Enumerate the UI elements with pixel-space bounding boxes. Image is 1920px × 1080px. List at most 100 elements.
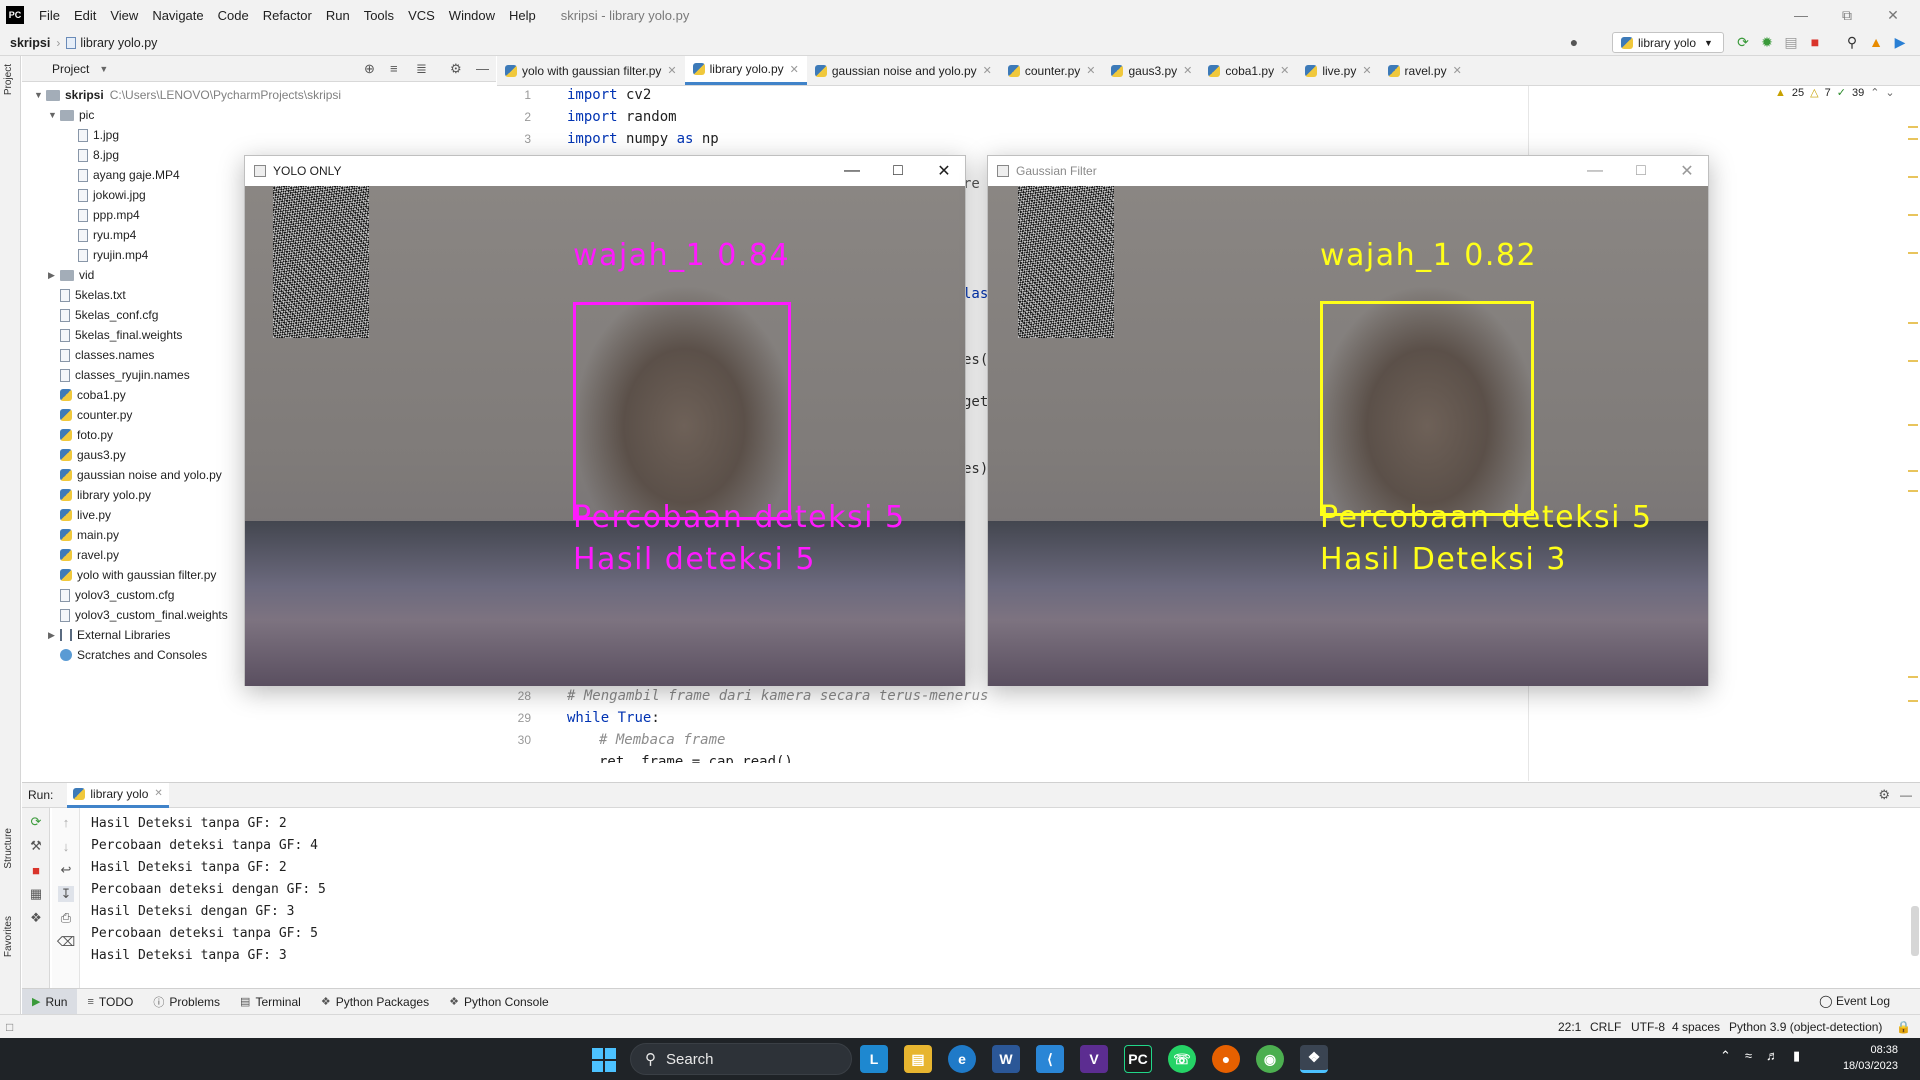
menu-refactor[interactable]: Refactor: [256, 8, 319, 23]
stop-icon[interactable]: ■: [28, 862, 44, 878]
error-stripe-mark[interactable]: [1908, 470, 1918, 472]
error-stripe-mark[interactable]: [1908, 176, 1918, 178]
layout-icon[interactable]: ▦: [28, 886, 44, 902]
scroll-to-end-icon[interactable]: ↧: [58, 886, 74, 902]
event-log-button[interactable]: ◯ Event Log: [1819, 994, 1890, 1008]
tree-file[interactable]: classes_ryujin.names: [60, 365, 190, 385]
tree-file[interactable]: ryujin.mp4: [78, 245, 148, 265]
menu-navigate[interactable]: Navigate: [145, 8, 210, 23]
print-icon[interactable]: ⎙: [58, 910, 74, 926]
close-icon[interactable]: ✕: [921, 156, 967, 186]
tree-file[interactable]: yolov3_custom_final.weights: [60, 605, 228, 625]
tree-file[interactable]: 8.jpg: [78, 145, 119, 165]
chevron-down-icon[interactable]: ⌄: [1885, 86, 1894, 99]
window-titlebar[interactable]: Gaussian Filter — □ ✕: [988, 156, 1708, 186]
python-interpreter[interactable]: Python 3.9 (object-detection): [1729, 1020, 1882, 1034]
tool-tab-python-console[interactable]: ❖ Python Console: [439, 989, 559, 1015]
close-icon[interactable]: ✕: [1870, 0, 1916, 30]
error-stripe-mark[interactable]: [1908, 138, 1918, 140]
locate-icon[interactable]: ⊕: [364, 61, 375, 77]
lock-icon[interactable]: 🔒: [1896, 1020, 1911, 1034]
inspection-widget[interactable]: ▲ 25 △ 7 ✓ 39 ⌃ ⌄: [1775, 86, 1895, 100]
soft-wrap-icon[interactable]: ↩: [58, 862, 74, 878]
tree-root[interactable]: ▼ skripsi C:\Users\LENOVO\PycharmProject…: [34, 85, 341, 105]
arrow-down-icon[interactable]: ↓: [58, 838, 74, 854]
console-output[interactable]: Hasil Deteksi tanpa GF: 2 Percobaan detek…: [81, 808, 1911, 988]
firefox-icon[interactable]: ●: [1212, 1045, 1240, 1073]
error-stripe-mark[interactable]: [1908, 322, 1918, 324]
editor-tab[interactable]: live.py ✕: [1297, 56, 1379, 85]
user-icon[interactable]: ●: [1566, 34, 1582, 50]
console-scrollbar[interactable]: [1911, 906, 1919, 956]
tree-file[interactable]: 5kelas_conf.cfg: [60, 305, 158, 325]
close-icon[interactable]: ✕: [667, 64, 676, 77]
tree-file[interactable]: foto.py: [60, 425, 113, 445]
windows-start-icon[interactable]: [592, 1048, 616, 1072]
arrow-up-icon[interactable]: ↑: [58, 814, 74, 830]
tree-external-libraries[interactable]: ▶ External Libraries: [48, 625, 170, 645]
tree-file[interactable]: ravel.py: [60, 545, 119, 565]
minimize-icon[interactable]: —: [1572, 156, 1618, 186]
system-clock[interactable]: 08:38 18/03/2023: [1843, 1042, 1898, 1074]
wifi-icon[interactable]: ≈: [1745, 1048, 1752, 1064]
tree-file[interactable]: ryu.mp4: [78, 225, 136, 245]
editor-tab[interactable]: gaussian noise and yolo.py ✕: [807, 56, 1000, 85]
chevron-down-icon[interactable]: ▼: [99, 64, 108, 74]
menu-vcs[interactable]: VCS: [401, 8, 442, 23]
rerun-icon[interactable]: ⟳: [28, 814, 44, 830]
expand-all-icon[interactable]: ≡: [390, 61, 398, 76]
taskbar-search[interactable]: ⚲ Search: [630, 1043, 852, 1075]
whatsapp-icon[interactable]: ☏: [1168, 1045, 1196, 1073]
close-icon[interactable]: ✕: [1086, 64, 1095, 77]
tree-file[interactable]: main.py: [60, 525, 119, 545]
tree-folder-vid[interactable]: ▶ vid: [48, 265, 94, 285]
battery-icon[interactable]: ▮: [1793, 1048, 1800, 1064]
editor-tab[interactable]: ravel.py ✕: [1380, 56, 1470, 85]
tool-tab-run[interactable]: ▶ Run: [22, 988, 78, 1015]
editor-tab[interactable]: coba1.py ✕: [1200, 56, 1297, 85]
layout-toggle-icon[interactable]: □: [6, 1020, 13, 1034]
menu-edit[interactable]: Edit: [67, 8, 103, 23]
minimize-icon[interactable]: —: [1778, 0, 1824, 30]
app-l-icon[interactable]: L: [860, 1045, 888, 1073]
hide-icon[interactable]: —: [476, 61, 489, 76]
tree-file[interactable]: yolo with gaussian filter.py: [60, 565, 216, 585]
word-icon[interactable]: W: [992, 1045, 1020, 1073]
tree-file[interactable]: gaussian noise and yolo.py: [60, 465, 222, 485]
wrench-icon[interactable]: ⚒: [28, 838, 44, 854]
tool-tab-terminal[interactable]: ▤ Terminal: [230, 989, 311, 1015]
gear-icon[interactable]: ⚙: [1878, 787, 1890, 803]
error-stripe-mark[interactable]: [1908, 676, 1918, 678]
tool-tab-problems[interactable]: ⓘ Problems: [143, 989, 230, 1015]
close-icon[interactable]: ✕: [1280, 64, 1289, 77]
file-explorer-icon[interactable]: ▤: [904, 1045, 932, 1073]
rerun-icon[interactable]: ⟳: [1735, 34, 1751, 50]
coverage-icon[interactable]: ▤: [1783, 34, 1799, 50]
vscode-icon[interactable]: ⟨: [1036, 1045, 1064, 1073]
editor-tab[interactable]: yolo with gaussian filter.py ✕: [497, 56, 685, 85]
editor-tab[interactable]: gaus3.py ✕: [1103, 56, 1200, 85]
tool-tab-todo[interactable]: ≡ TODO: [77, 989, 143, 1015]
tree-file[interactable]: 5kelas_final.weights: [60, 325, 182, 345]
plugin-icon[interactable]: ▶: [1892, 34, 1908, 50]
close-icon[interactable]: ✕: [983, 64, 992, 77]
hide-icon[interactable]: —: [1900, 788, 1912, 802]
pycharm-taskbar-icon[interactable]: PC: [1124, 1045, 1152, 1073]
tree-file[interactable]: library yolo.py: [60, 485, 151, 505]
line-separator[interactable]: CRLF: [1590, 1020, 1621, 1034]
minimize-icon[interactable]: —: [829, 156, 875, 186]
project-panel-title[interactable]: Project: [52, 62, 89, 76]
error-stripe-mark[interactable]: [1908, 252, 1918, 254]
tree-file[interactable]: ayang gaje.MP4: [78, 165, 180, 185]
error-stripe-mark[interactable]: [1908, 700, 1918, 702]
menu-tools[interactable]: Tools: [357, 8, 401, 23]
tree-file[interactable]: gaus3.py: [60, 445, 126, 465]
search-icon[interactable]: ⚲: [1844, 34, 1860, 50]
python-window-icon[interactable]: ❖: [1300, 1045, 1328, 1073]
menu-help[interactable]: Help: [502, 8, 543, 23]
pin-icon[interactable]: ❖: [28, 910, 44, 926]
chevron-up-icon[interactable]: ⌃: [1720, 1048, 1731, 1064]
tree-file[interactable]: yolov3_custom.cfg: [60, 585, 174, 605]
editor-tab[interactable]: library yolo.py ✕: [684, 56, 807, 85]
close-icon[interactable]: ✕: [1453, 64, 1462, 77]
